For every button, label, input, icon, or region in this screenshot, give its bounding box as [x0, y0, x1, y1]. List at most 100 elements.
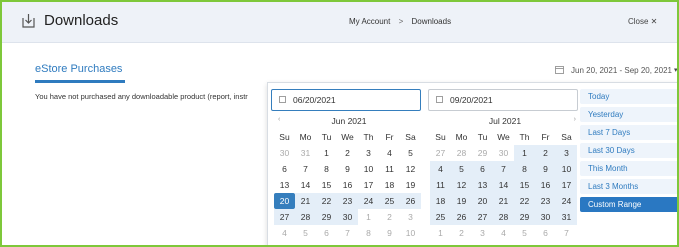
calendar-day[interactable]: 22 [316, 193, 337, 209]
breadcrumb-my-account[interactable]: My Account [349, 17, 390, 26]
calendar-day[interactable]: 17 [358, 177, 379, 193]
calendar-day[interactable]: 28 [493, 209, 514, 225]
preset-range-item[interactable]: Today [580, 89, 677, 104]
calendar-day[interactable]: 23 [535, 193, 556, 209]
calendar-day[interactable]: 14 [295, 177, 316, 193]
calendar-day[interactable]: 5 [451, 161, 472, 177]
calendar-day[interactable]: 12 [451, 177, 472, 193]
calendar-day[interactable]: 18 [430, 193, 451, 209]
calendar-day[interactable]: 2 [337, 145, 358, 161]
calendar-day[interactable]: 9 [535, 161, 556, 177]
calendar-day[interactable]: 23 [337, 193, 358, 209]
calendar-day[interactable]: 8 [514, 161, 535, 177]
calendar-day[interactable]: 5 [295, 225, 316, 241]
calendar-day[interactable]: 7 [493, 161, 514, 177]
calendar-day[interactable]: 20 [472, 193, 493, 209]
calendar-day[interactable]: 25 [379, 193, 400, 209]
calendar-day[interactable]: 5 [400, 145, 421, 161]
calendar-day[interactable]: 4 [274, 225, 295, 241]
calendar-day[interactable]: 4 [493, 225, 514, 241]
calendar-day[interactable]: 7 [295, 161, 316, 177]
calendar-day[interactable]: 10 [556, 161, 577, 177]
calendar-day[interactable]: 6 [316, 225, 337, 241]
calendar-day[interactable]: 6 [274, 161, 295, 177]
calendar-day[interactable]: 29 [514, 209, 535, 225]
calendar-day[interactable]: 3 [472, 225, 493, 241]
calendar-day[interactable]: 3 [400, 209, 421, 225]
calendar-day[interactable]: 14 [493, 177, 514, 193]
calendar-day[interactable]: 29 [316, 209, 337, 225]
calendar-day[interactable]: 2 [535, 145, 556, 161]
calendar-day[interactable]: 21 [493, 193, 514, 209]
calendar-day[interactable]: 24 [358, 193, 379, 209]
next-month-icon[interactable]: › [574, 116, 576, 123]
calendar-day[interactable]: 1 [316, 145, 337, 161]
calendar-day[interactable]: 19 [400, 177, 421, 193]
end-date-input[interactable]: 09/20/2021 [428, 89, 578, 111]
calendar-day[interactable]: 28 [295, 209, 316, 225]
calendar-day[interactable]: 21 [295, 193, 316, 209]
preset-range-item[interactable]: Last 30 Days [580, 143, 677, 158]
calendar-day[interactable]: 2 [379, 209, 400, 225]
calendar-day[interactable]: 17 [556, 177, 577, 193]
preset-range-item[interactable]: Last 3 Months [580, 179, 677, 194]
tab-estore-purchases[interactable]: eStore Purchases [35, 63, 122, 75]
calendar-day[interactable]: 30 [337, 209, 358, 225]
calendar-day[interactable]: 10 [400, 225, 421, 241]
calendar-day[interactable]: 6 [535, 225, 556, 241]
calendar-day[interactable]: 22 [514, 193, 535, 209]
calendar-day[interactable]: 11 [379, 161, 400, 177]
calendar-day[interactable]: 25 [430, 209, 451, 225]
calendar-day[interactable]: 1 [358, 209, 379, 225]
calendar-day[interactable]: 27 [430, 145, 451, 161]
calendar-day[interactable]: 13 [472, 177, 493, 193]
calendar-day[interactable]: 9 [379, 225, 400, 241]
calendar-day[interactable]: 1 [514, 145, 535, 161]
calendar-day[interactable]: 29 [472, 145, 493, 161]
preset-range-item[interactable]: Custom Range [580, 197, 677, 212]
calendar-day[interactable]: 8 [316, 161, 337, 177]
calendar-day[interactable]: 24 [556, 193, 577, 209]
calendar-day[interactable]: 10 [358, 161, 379, 177]
calendar-day[interactable]: 9 [337, 161, 358, 177]
calendar-day[interactable]: 16 [535, 177, 556, 193]
calendar-month-label: Jun 2021 [331, 116, 367, 126]
calendar-day[interactable]: 3 [358, 145, 379, 161]
start-date-input[interactable]: 06/20/2021 [271, 89, 421, 111]
calendar-day[interactable]: 16 [337, 177, 358, 193]
calendar-day[interactable]: 26 [400, 193, 421, 209]
calendar-day[interactable]: 19 [451, 193, 472, 209]
calendar-day[interactable]: 30 [493, 145, 514, 161]
calendar-day[interactable]: 4 [379, 145, 400, 161]
calendar-day[interactable]: 13 [274, 177, 295, 193]
preset-range-item[interactable]: Last 7 Days [580, 125, 677, 140]
calendar-day[interactable]: 7 [337, 225, 358, 241]
calendar-day[interactable]: 11 [430, 177, 451, 193]
date-range-button[interactable]: Jun 20, 2021 - Sep 20, 2021 ▾ [555, 62, 677, 80]
calendar-day[interactable]: 8 [358, 225, 379, 241]
calendar-day[interactable]: 5 [514, 225, 535, 241]
calendar-day[interactable]: 28 [451, 145, 472, 161]
calendar-day[interactable]: 7 [556, 225, 577, 241]
calendar-day[interactable]: 15 [514, 177, 535, 193]
preset-range-item[interactable]: Yesterday [580, 107, 677, 122]
calendar-day[interactable]: 15 [316, 177, 337, 193]
calendar-day[interactable]: 31 [556, 209, 577, 225]
calendar-day[interactable]: 12 [400, 161, 421, 177]
calendar-day[interactable]: 6 [472, 161, 493, 177]
close-button[interactable]: Close ✕ [628, 17, 657, 26]
calendar-day[interactable]: 3 [556, 145, 577, 161]
calendar-day[interactable]: 27 [472, 209, 493, 225]
preset-range-item[interactable]: This Month [580, 161, 677, 176]
calendar-day[interactable]: 4 [430, 161, 451, 177]
calendar-day[interactable]: 30 [535, 209, 556, 225]
calendar-day[interactable]: 26 [451, 209, 472, 225]
calendar-day[interactable]: 30 [274, 145, 295, 161]
calendar-day[interactable]: 1 [430, 225, 451, 241]
calendar-grid: Su Mo Tu We Th Fr Sa 30 31 1 2 3 4 5 6 7 8 9 10 11 12 13 14 15 1… [274, 129, 424, 241]
calendar-day[interactable]: 2 [451, 225, 472, 241]
calendar-day[interactable]: 18 [379, 177, 400, 193]
calendar-day[interactable]: 31 [295, 145, 316, 161]
calendar-day[interactable]: 27 [274, 209, 295, 225]
calendar-day[interactable]: 20 [274, 193, 295, 209]
